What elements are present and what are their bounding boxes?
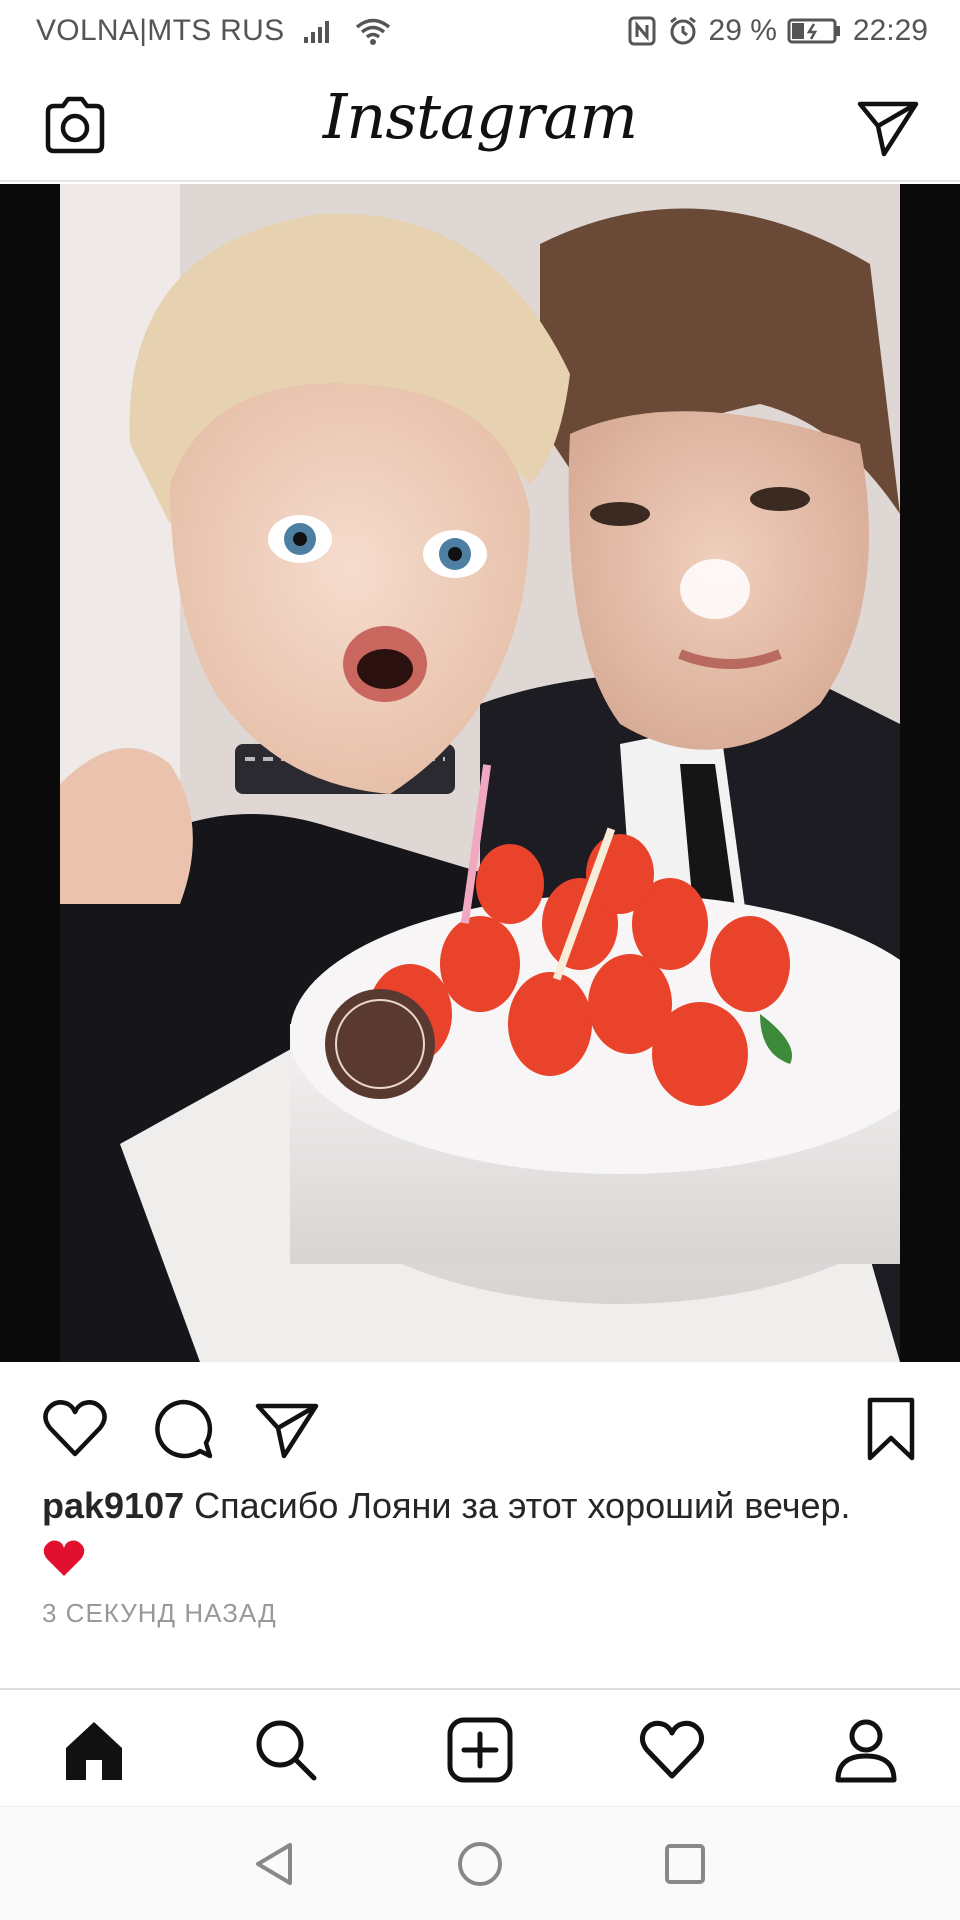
- comment-icon[interactable]: [148, 1394, 218, 1464]
- red-heart-emoji-icon: [43, 1540, 85, 1576]
- direct-send-icon[interactable]: [854, 92, 922, 160]
- post-actions: [0, 1362, 960, 1492]
- home-circle-icon[interactable]: [455, 1839, 505, 1889]
- like-heart-icon[interactable]: [40, 1394, 110, 1464]
- save-bookmark-icon[interactable]: [856, 1394, 926, 1464]
- caption-text: Спасибо Лояни за этот хороший вечер.: [194, 1485, 851, 1526]
- post-caption: pak9107 Спасибо Лояни за этот хороший ве…: [42, 1480, 922, 1592]
- profile-icon[interactable]: [830, 1714, 902, 1786]
- new-post-icon[interactable]: [444, 1714, 516, 1786]
- post-photo[interactable]: [60, 184, 900, 1362]
- caption-username[interactable]: pak9107: [42, 1485, 184, 1526]
- home-icon[interactable]: [58, 1714, 130, 1786]
- post-image-frame[interactable]: [0, 184, 960, 1362]
- status-right: 29 % 22:29: [627, 14, 928, 48]
- signal-icon: [304, 21, 330, 43]
- post-timestamp: 3 СЕКУНД НАЗАД: [42, 1598, 277, 1628]
- alarm-icon: [669, 16, 696, 45]
- bottom-tab-bar: [0, 1688, 960, 1806]
- status-bar: VOLNA|MTS RUS 29 % 22:29: [0, 0, 960, 66]
- share-send-icon[interactable]: [252, 1394, 322, 1464]
- search-icon[interactable]: [250, 1714, 322, 1786]
- instagram-logo: Instagram: [322, 80, 638, 153]
- nfc-icon: [628, 16, 656, 46]
- activity-heart-icon[interactable]: [636, 1714, 708, 1786]
- wifi-icon: [356, 18, 391, 45]
- system-nav-bar: [0, 1806, 960, 1920]
- clock: 22:29: [852, 14, 928, 47]
- app-header: Instagram: [0, 66, 960, 182]
- battery-charging-icon: [787, 18, 840, 44]
- status-left: VOLNA|MTS RUS: [36, 14, 392, 48]
- battery-percent: 29 %: [708, 14, 777, 47]
- carrier-label: VOLNA|MTS RUS: [36, 14, 285, 47]
- recents-icon[interactable]: [660, 1839, 710, 1889]
- back-icon[interactable]: [250, 1839, 300, 1889]
